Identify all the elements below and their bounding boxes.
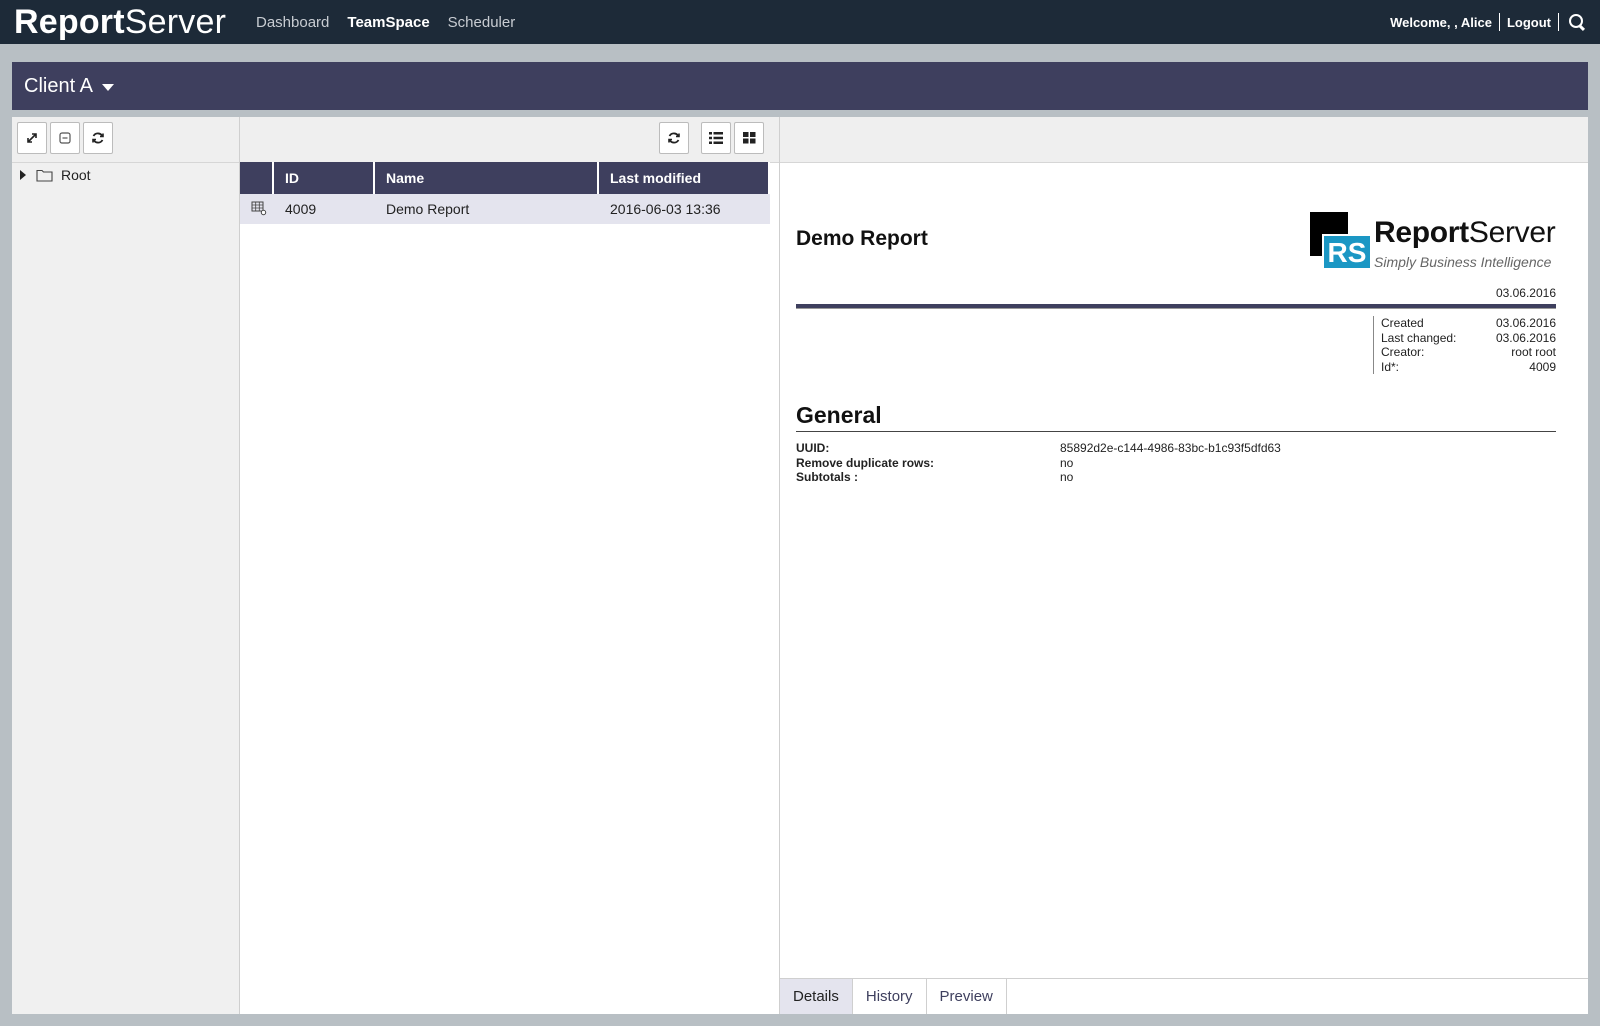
grid-header-icon-col: [240, 162, 274, 194]
row-last-modified: 2016-06-03 13:36: [610, 201, 721, 217]
meta-key: Id*:: [1381, 359, 1400, 374]
grid-header-id[interactable]: ID: [274, 162, 375, 194]
property-key: Subtotals :: [796, 470, 858, 484]
logo-light: Server: [124, 3, 227, 41]
meta-row: Creator: root root: [1381, 345, 1556, 360]
logo-rs-badge: RS: [1322, 234, 1370, 268]
logo-word-bold: Report: [1374, 216, 1469, 249]
header-rule: [796, 304, 1556, 309]
property-row: Remove duplicate rows: no: [796, 456, 1556, 471]
list-toolbar: [240, 117, 779, 163]
meta-info: Created 03.06.2016 Last changed: 03.06.201…: [1373, 316, 1556, 374]
nav-scheduler[interactable]: Scheduler: [448, 14, 516, 31]
tree-toolbar: [12, 117, 239, 163]
main-area: Root ID Name Last modified 4009 Demo Rep…: [12, 117, 1588, 1014]
tab-preview[interactable]: Preview: [927, 979, 1007, 1014]
list-panel: ID Name Last modified 4009 Demo Report 2…: [240, 117, 780, 1014]
tree-panel: Root: [12, 117, 240, 1014]
table-report-icon: [251, 201, 267, 215]
list-view-icon: [709, 132, 723, 144]
client-bar: Client A: [12, 62, 1588, 110]
meta-key: Creator:: [1381, 345, 1425, 359]
expand-button[interactable]: [17, 122, 47, 154]
property-value: 85892d2e-c144-4986-83bc-b1c93f5dfd63: [1060, 441, 1281, 455]
logo-tagline: Simply Business Intelligence: [1374, 254, 1552, 270]
top-nav-bar: ReportServer Dashboard TeamSpace Schedul…: [0, 0, 1600, 44]
tab-details[interactable]: Details: [780, 979, 853, 1014]
nav-teamspace[interactable]: TeamSpace: [347, 14, 429, 31]
meta-value: 4009: [1529, 359, 1556, 374]
client-selector[interactable]: Client A: [24, 75, 114, 98]
meta-value: 03.06.2016: [1495, 316, 1556, 330]
tab-history[interactable]: History: [853, 979, 927, 1014]
logout-link[interactable]: Logout: [1507, 15, 1551, 30]
grid-header-last-modified[interactable]: Last modified: [599, 162, 770, 194]
grid-header: ID Name Last modified: [240, 162, 770, 194]
property-key: Remove duplicate rows:: [796, 455, 935, 470]
chevron-down-icon: [101, 83, 114, 91]
tree-node-root[interactable]: Root: [20, 167, 91, 183]
report-type-cell: [240, 200, 274, 219]
collapse-icon: [59, 132, 71, 144]
detail-toolbar: [780, 117, 1588, 163]
meta-key: Last changed:: [1381, 330, 1457, 345]
separator: [1498, 13, 1500, 31]
reportserver-logo: RS ReportServer Simply Business Intellig…: [1310, 212, 1556, 272]
meta-row: Id*: 4009: [1381, 360, 1556, 375]
logo-bold: Report: [14, 3, 125, 41]
row-id: 4009: [285, 201, 317, 217]
meta-row: Last changed: 03.06.2016: [1381, 331, 1556, 346]
document-title: Demo Report: [796, 227, 928, 250]
meta-key: Created: [1381, 316, 1424, 330]
main-nav: Dashboard TeamSpace Scheduler: [256, 0, 533, 44]
row-name: Demo Report: [386, 201, 470, 217]
collapse-button[interactable]: [50, 122, 80, 154]
property-value: no: [1060, 470, 1074, 484]
app-logo[interactable]: ReportServer: [14, 2, 226, 42]
detail-tabs: Details History Preview: [780, 978, 1588, 1014]
welcome-user[interactable]: Welcome, , Alice: [1390, 15, 1492, 30]
client-title: Client A: [24, 74, 93, 97]
meta-value: root root: [1511, 345, 1556, 359]
grid-view-icon: [742, 132, 755, 144]
meta-row: Created 03.06.2016: [1381, 316, 1556, 331]
table-row[interactable]: 4009 Demo Report 2016-06-03 13:36: [240, 194, 770, 224]
property-row: Subtotals : no: [796, 470, 1556, 485]
search-icon[interactable]: [1568, 13, 1586, 31]
list-refresh-button[interactable]: [659, 122, 689, 154]
refresh-icon: [668, 132, 680, 144]
tile-view-button[interactable]: [734, 122, 764, 154]
meta-value: 03.06.2016: [1495, 330, 1556, 345]
logo-word-light: Server: [1468, 216, 1556, 249]
expand-arrow-icon[interactable]: [20, 170, 26, 180]
logo-wordmark: ReportServer: [1374, 216, 1556, 250]
detail-panel: Demo Report RS ReportServer Simply Busin…: [780, 117, 1588, 1014]
grid-header-name[interactable]: Name: [375, 162, 599, 194]
property-key: UUID:: [796, 441, 830, 455]
folder-icon: [36, 169, 53, 182]
separator: [1558, 13, 1559, 31]
section-title: General: [796, 402, 1556, 432]
property-row: UUID: 85892d2e-c144-4986-83bc-b1c93f5dfd6…: [796, 441, 1556, 456]
nav-dashboard[interactable]: Dashboard: [256, 14, 329, 31]
tree-refresh-button[interactable]: [83, 122, 113, 154]
property-value: no: [1060, 455, 1074, 470]
properties-list: UUID: 85892d2e-c144-4986-83bc-b1c93f5dfd6…: [796, 441, 1556, 485]
user-area: Welcome, , Alice Logout: [1390, 0, 1586, 44]
document-date: 03.06.2016: [1495, 286, 1556, 300]
expand-icon: [27, 133, 37, 143]
list-view-button[interactable]: [701, 122, 731, 154]
tree-node-label: Root: [61, 167, 91, 183]
refresh-icon: [92, 132, 104, 144]
